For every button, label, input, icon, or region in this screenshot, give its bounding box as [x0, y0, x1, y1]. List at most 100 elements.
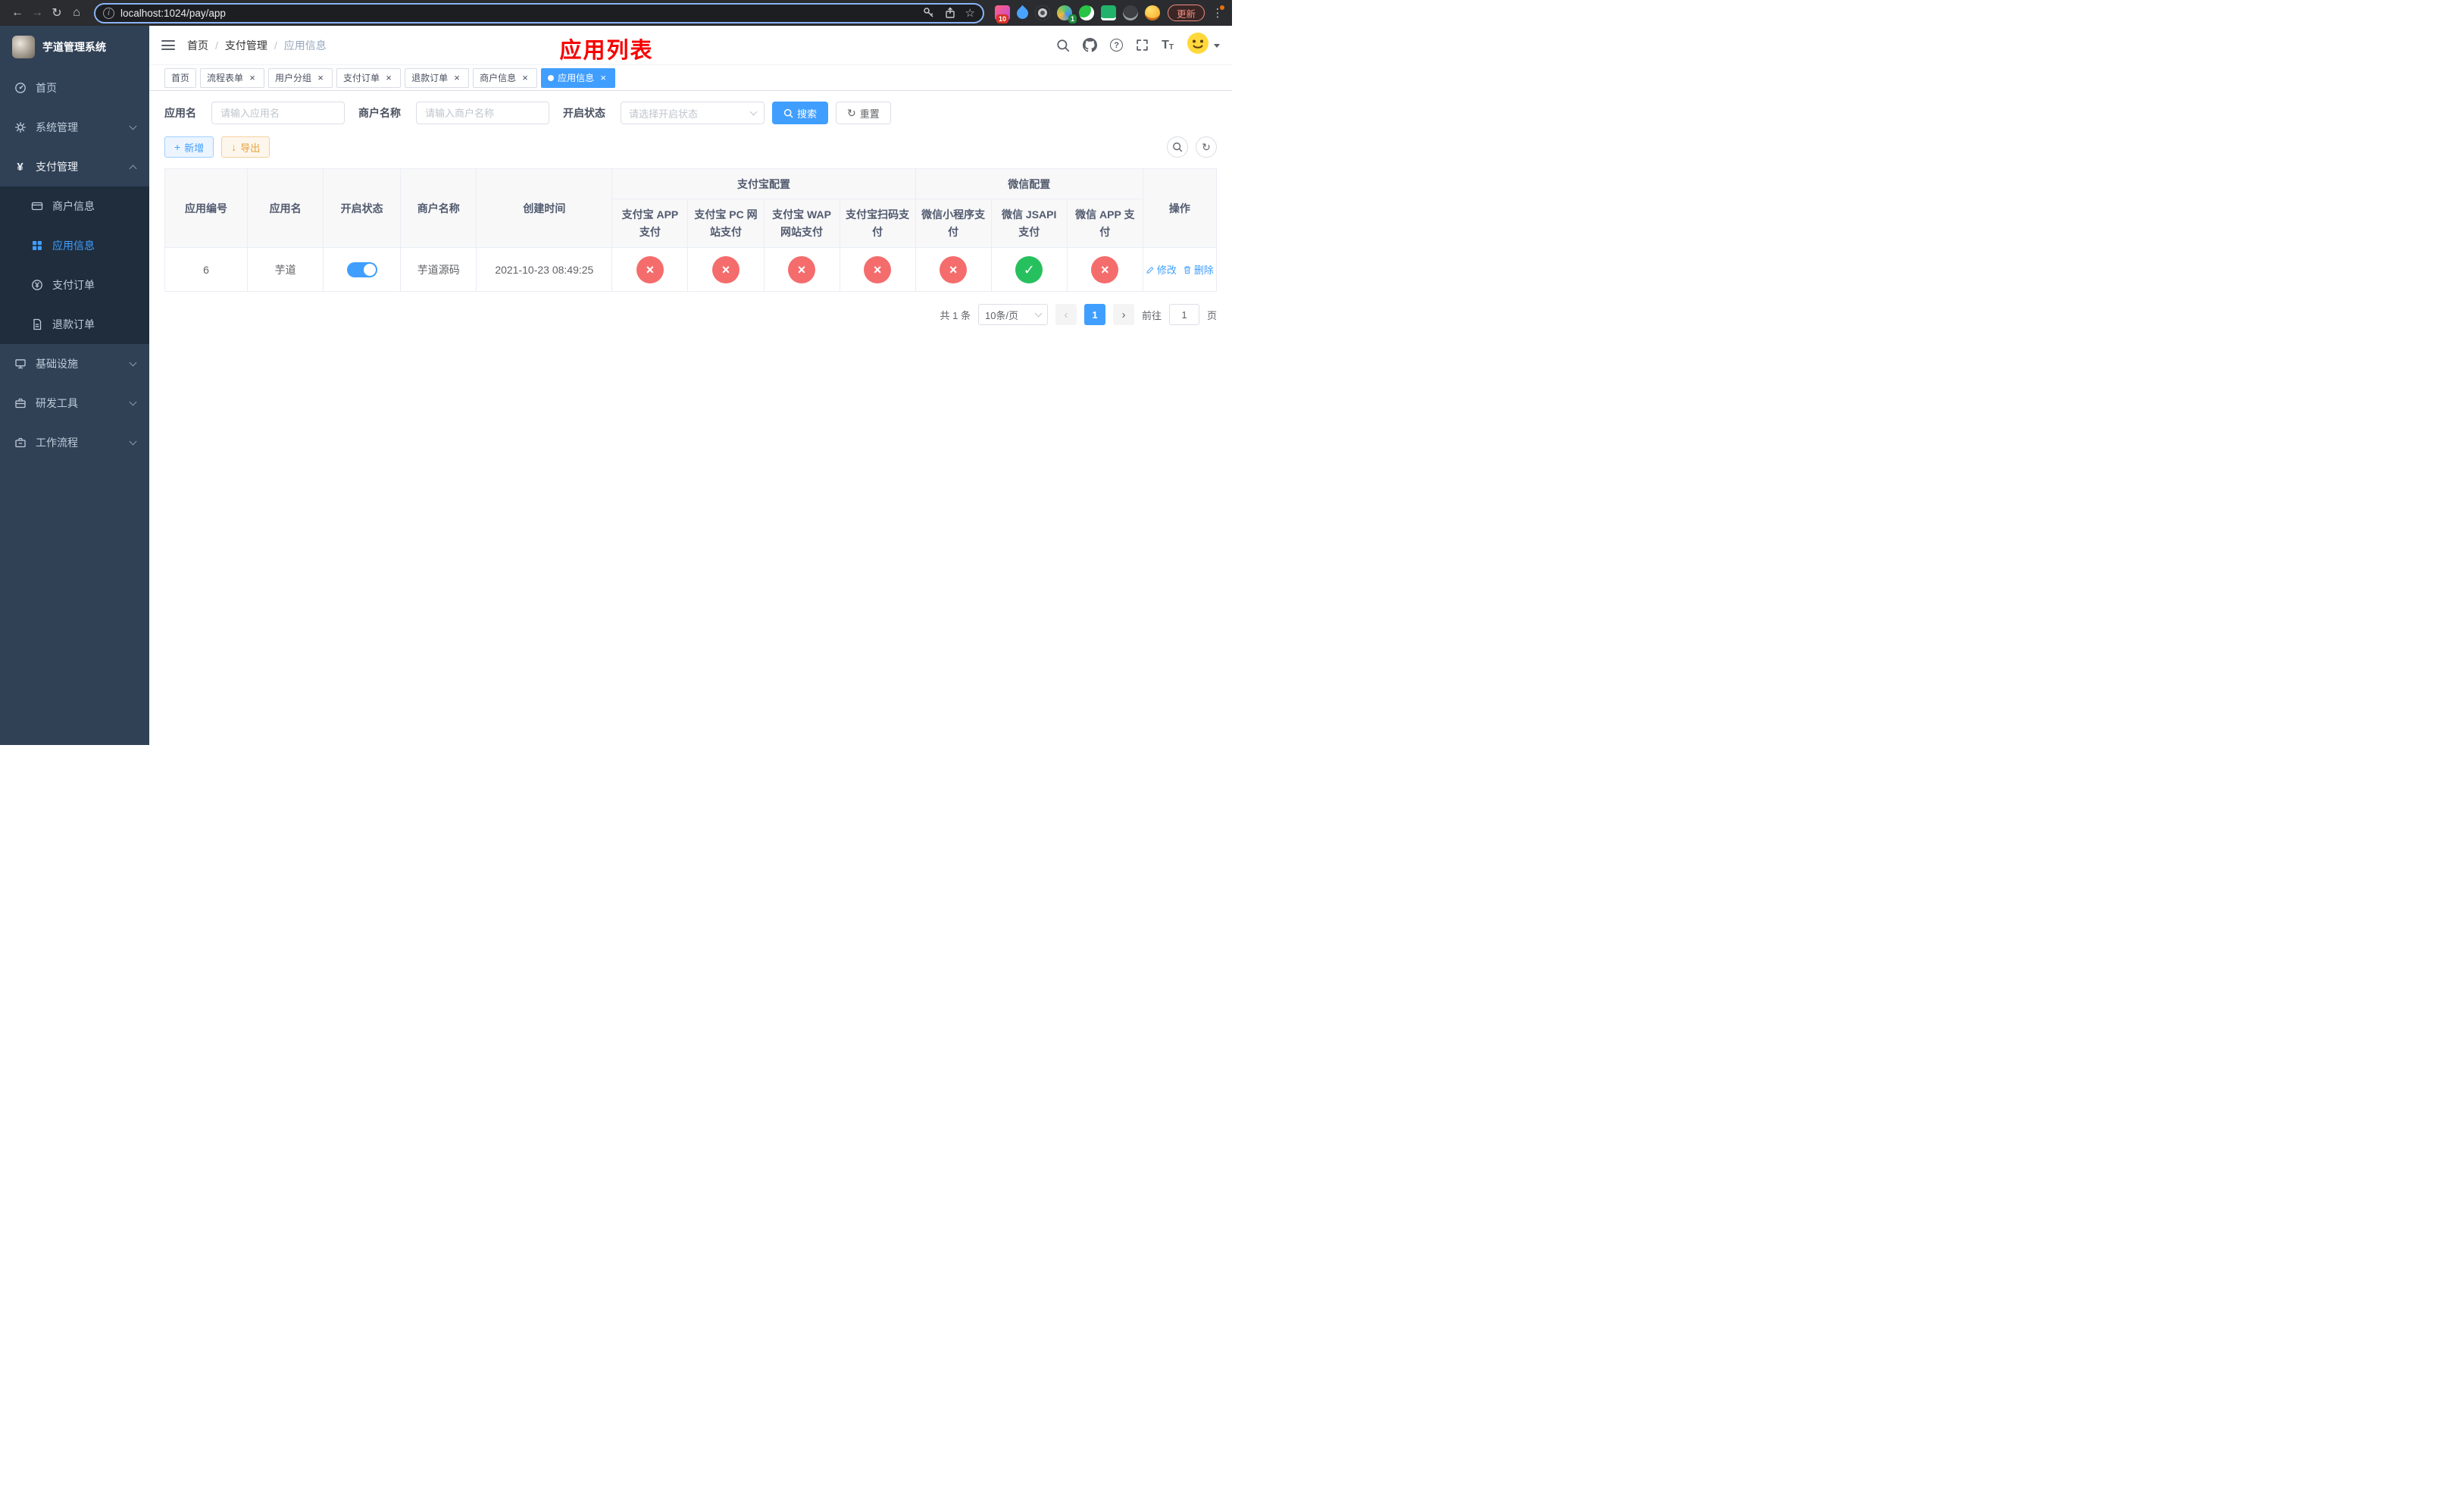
extension-icon-5[interactable]: [1078, 5, 1094, 20]
extension-icon-3[interactable]: [1034, 5, 1050, 20]
home-icon[interactable]: ⌂: [67, 3, 86, 23]
extension-icon-7[interactable]: [1122, 5, 1138, 20]
url-text[interactable]: localhost:1024/pay/app: [120, 8, 923, 19]
search-icon[interactable]: [1056, 39, 1070, 52]
github-icon[interactable]: [1083, 38, 1098, 52]
extension-icon-6[interactable]: [1100, 5, 1116, 20]
reload-icon[interactable]: ↻: [47, 3, 67, 23]
sidebar-item-pay-orders[interactable]: 支付订单: [0, 265, 149, 305]
help-icon[interactable]: ?: [1110, 39, 1124, 52]
sidebar-item-workflow[interactable]: 工作流程: [0, 423, 149, 462]
cell-merchant-name: 芋道源码: [400, 247, 477, 292]
close-icon[interactable]: ×: [520, 73, 530, 83]
gear-icon: [14, 121, 27, 134]
extension-badge: 10: [996, 14, 1008, 23]
cell-created-at: 2021-10-23 08:49:25: [476, 247, 613, 292]
notification-dot: [1220, 5, 1224, 10]
address-bar[interactable]: i localhost:1024/pay/app ☆: [94, 2, 984, 23]
add-button[interactable]: + 新增: [164, 136, 214, 158]
browser-menu-icon[interactable]: ⋮: [1211, 5, 1224, 20]
sidebar-item-payment[interactable]: ¥ 支付管理: [0, 147, 149, 186]
tab-app-info[interactable]: 应用信息 ×: [541, 67, 616, 88]
yen-icon: ¥: [17, 160, 23, 174]
sidebar-item-app-info[interactable]: 应用信息: [0, 226, 149, 265]
logo-image: [12, 36, 35, 58]
back-icon[interactable]: ←: [8, 3, 27, 23]
tab-user-group[interactable]: 用户分组 ×: [268, 67, 333, 88]
reset-button[interactable]: ↻ 重置: [836, 102, 891, 124]
sidebar-item-label: 退款订单: [52, 318, 95, 330]
edit-button[interactable]: 修改: [1146, 262, 1177, 277]
bookmark-star-icon[interactable]: ☆: [965, 8, 975, 19]
close-icon[interactable]: ×: [247, 73, 258, 83]
delete-button[interactable]: 删除: [1183, 262, 1214, 277]
select-placeholder: 请选择开启状态: [629, 108, 699, 120]
app-title: 芋道管理系统: [42, 41, 106, 53]
tabs-view: 首页 流程表单 × 用户分组 × 支付订单 × 退款订单 × 商户信息 × 应用…: [149, 65, 1232, 91]
browser-update-button[interactable]: 更新: [1167, 5, 1205, 21]
status-icon: ×: [940, 255, 968, 283]
breadcrumb-payment[interactable]: 支付管理: [225, 38, 267, 53]
tab-merchant-info[interactable]: 商户信息 ×: [473, 67, 538, 88]
sidebar-item-label: 支付管理: [36, 161, 78, 173]
next-page-button[interactable]: ›: [1112, 304, 1134, 325]
close-icon[interactable]: ×: [315, 73, 326, 83]
current-page[interactable]: 1: [1083, 304, 1105, 325]
fullscreen-icon[interactable]: [1136, 39, 1149, 52]
status-toggle[interactable]: [346, 261, 377, 277]
extension-icon-1[interactable]: 10: [994, 5, 1010, 23]
sidebar-item-infrastructure[interactable]: 基础设施: [0, 344, 149, 383]
forward-icon[interactable]: →: [27, 3, 47, 23]
toggle-search-button[interactable]: [1167, 136, 1188, 158]
payment-submenu: 商户信息 应用信息 支付订单 退款订单: [0, 186, 149, 344]
grid-icon: [30, 239, 43, 252]
page-content: 应用名 商户名称 开启状态 请选择开启状态 搜索: [149, 91, 1232, 745]
extension-icon-8[interactable]: [1144, 5, 1160, 20]
extension-icon-4[interactable]: 1: [1056, 5, 1077, 23]
close-icon[interactable]: ×: [598, 73, 608, 83]
column-header: 支付宝扫码支付: [839, 199, 916, 248]
extension-icon-2[interactable]: [1014, 5, 1031, 21]
font-size-icon[interactable]: TT: [1162, 39, 1174, 52]
column-header: 商户名称: [400, 168, 477, 248]
tab-home[interactable]: 首页: [164, 67, 197, 88]
page-size-select[interactable]: 10条/页: [977, 304, 1048, 325]
status-select[interactable]: 请选择开启状态: [621, 102, 765, 124]
merchant-name-input[interactable]: [416, 102, 549, 124]
tab-label: 流程表单: [207, 73, 244, 83]
breadcrumb-home[interactable]: 首页: [187, 38, 208, 53]
tab-pay-orders[interactable]: 支付订单 ×: [336, 67, 402, 88]
chevron-down-icon: [129, 122, 137, 130]
sidebar-item-label: 基础设施: [36, 358, 78, 370]
share-icon[interactable]: [944, 7, 956, 19]
sidebar-item-home[interactable]: 首页: [0, 68, 149, 108]
tab-refund-orders[interactable]: 退款订单 ×: [405, 67, 470, 88]
close-icon[interactable]: ×: [452, 73, 462, 83]
sidebar-item-merchant-info[interactable]: 商户信息: [0, 186, 149, 226]
prev-page-button[interactable]: ‹: [1055, 304, 1077, 325]
browser-toolbar: ← → ↻ ⌂ i localhost:1024/pay/app ☆ 10 1 …: [0, 0, 1232, 26]
search-button[interactable]: 搜索: [772, 102, 829, 124]
app-name-input[interactable]: [211, 102, 345, 124]
plus-icon: +: [174, 141, 181, 153]
export-button[interactable]: ↓ 导出: [221, 136, 270, 158]
goto-page-input[interactable]: [1168, 304, 1199, 325]
document-icon: [30, 318, 43, 331]
refresh-table-button[interactable]: ↻: [1196, 136, 1217, 158]
column-group-alipay: 支付宝配置: [611, 168, 916, 199]
caret-down-icon: [1214, 43, 1220, 51]
site-info-icon[interactable]: i: [103, 7, 114, 19]
close-icon[interactable]: ×: [383, 73, 394, 83]
app-logo[interactable]: 芋道管理系统: [0, 26, 149, 68]
password-key-icon[interactable]: [923, 7, 935, 19]
sidebar-collapse-icon[interactable]: [161, 40, 175, 50]
sidebar-item-dev-tools[interactable]: 研发工具: [0, 383, 149, 423]
column-header: 支付宝 PC 网站支付: [687, 199, 765, 248]
tab-process-form[interactable]: 流程表单 ×: [200, 67, 265, 88]
column-group-wechat: 微信配置: [915, 168, 1143, 199]
sidebar-item-system[interactable]: 系统管理: [0, 108, 149, 147]
sidebar-item-refund-orders[interactable]: 退款订单: [0, 305, 149, 344]
search-form: 应用名 商户名称 开启状态 请选择开启状态 搜索: [164, 102, 1217, 124]
user-menu[interactable]: [1187, 32, 1220, 58]
table-row: 6 芋道 芋道源码 2021-10-23 08:49:25 × × × × × …: [164, 247, 1218, 292]
